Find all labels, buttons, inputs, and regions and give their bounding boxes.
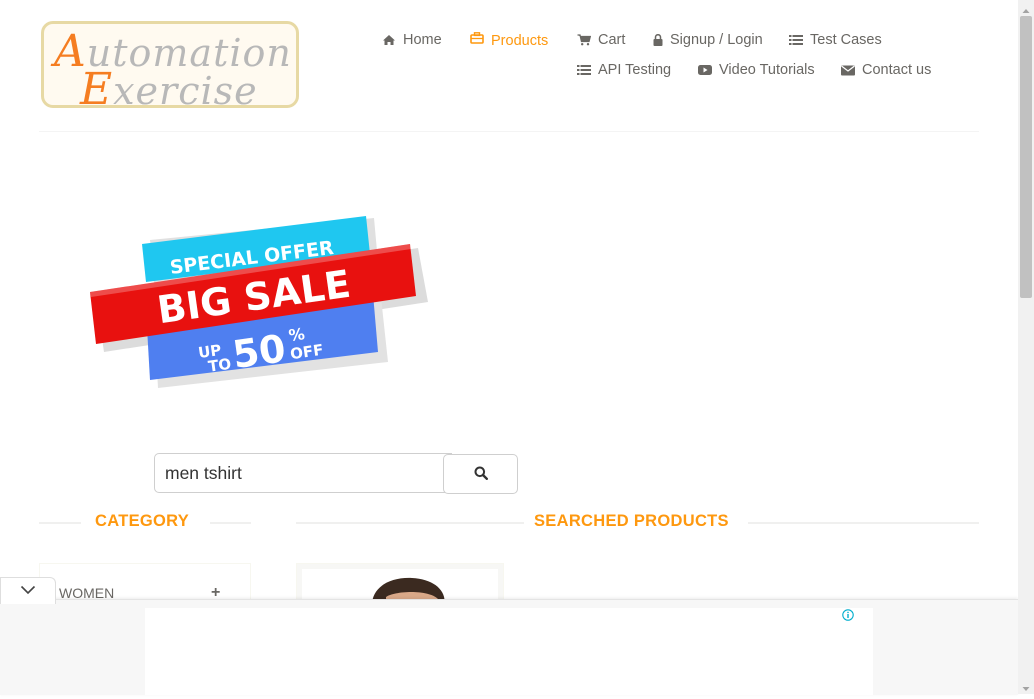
nav-products[interactable]: Products <box>470 32 549 49</box>
nav-api-testing-label: API Testing <box>598 62 672 78</box>
site-logo[interactable]: Automation Exercise <box>41 21 299 115</box>
briefcase-icon <box>470 32 484 44</box>
nav-contact-us-label: Contact us <box>862 62 932 78</box>
nav-products-label: Products <box>491 33 549 49</box>
banner-to: TO <box>207 355 232 376</box>
category-title-line-right <box>210 522 251 524</box>
product-search-input[interactable] <box>154 453 452 493</box>
lock-icon <box>653 34 663 46</box>
scroll-down-arrow[interactable] <box>1021 681 1031 691</box>
list-icon <box>577 64 591 76</box>
scrollbar-thumb[interactable] <box>1020 16 1032 298</box>
page: Automation Exercise Home Products Cart S… <box>0 0 1018 694</box>
nav-video-tutorials[interactable]: Video Tutorials <box>698 62 815 78</box>
search-icon <box>474 466 488 483</box>
cart-icon <box>577 34 591 46</box>
ad-collapse-button[interactable] <box>0 577 56 604</box>
logo-line-2: Exercise <box>80 64 258 115</box>
banner-percent: % <box>287 324 306 345</box>
header-divider <box>39 131 979 132</box>
nav-signup-login-label: Signup / Login <box>670 32 763 48</box>
category-title-line-left <box>39 522 81 524</box>
nav-home[interactable]: Home <box>382 32 442 48</box>
info-icon[interactable] <box>842 608 854 621</box>
chevron-down-icon <box>20 582 36 600</box>
products-title-line-right <box>748 522 979 524</box>
category-title: CATEGORY <box>95 512 190 530</box>
envelope-icon <box>841 64 855 76</box>
nav-test-cases-label: Test Cases <box>810 32 882 48</box>
list-icon <box>789 34 803 46</box>
nav-cart-label: Cart <box>598 32 626 48</box>
youtube-play-icon <box>698 64 712 76</box>
nav-test-cases[interactable]: Test Cases <box>789 32 882 48</box>
scroll-up-arrow[interactable] <box>1021 3 1031 13</box>
banner-fifty: 50 <box>230 326 288 377</box>
nav-signup-login[interactable]: Signup / Login <box>653 32 763 48</box>
ad-bar <box>0 599 1018 695</box>
nav-home-label: Home <box>403 32 442 48</box>
nav-api-testing[interactable]: API Testing <box>577 62 671 78</box>
home-icon <box>382 34 396 46</box>
search-button[interactable] <box>443 454 518 494</box>
nav-contact-us[interactable]: Contact us <box>841 62 931 78</box>
searched-products-title: SEARCHED PRODUCTS <box>534 512 729 530</box>
nav-cart[interactable]: Cart <box>577 32 625 48</box>
nav-video-tutorials-label: Video Tutorials <box>719 62 815 78</box>
ad-slot[interactable] <box>145 608 873 695</box>
special-offer-banner: SPECIAL OFFER BIG SALE UP TO 50 % OFF <box>90 216 428 388</box>
products-title-line-left <box>296 522 524 524</box>
